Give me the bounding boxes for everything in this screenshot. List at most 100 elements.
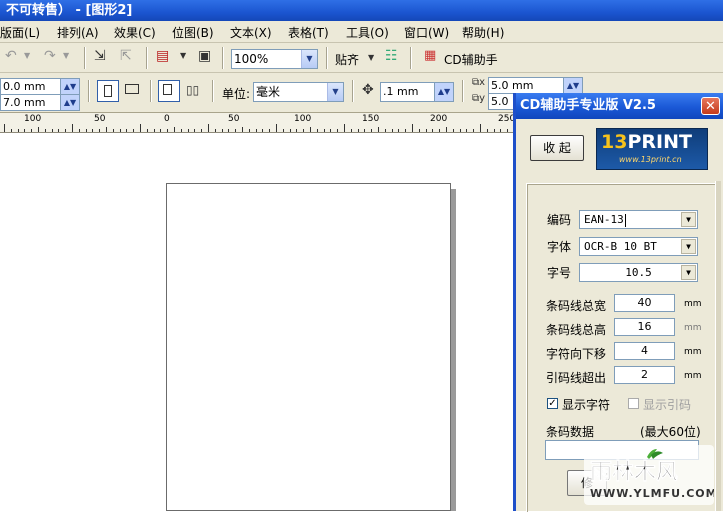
bar-width-input[interactable]: 40 <box>614 294 675 312</box>
welcome-screen-icon[interactable]: ▣ <box>198 48 211 64</box>
ruler-tick <box>147 129 148 132</box>
standard-toolbar: ↶ ▼ ↷ ▼ ⇲ ⇱ ▤ ▼ ▣ 100% ▼ 贴齐 ▼ ☷ ▦ CD辅助手 <box>0 43 723 73</box>
nudge-distance-field[interactable]: .1 mm ▲▼ <box>380 82 454 102</box>
toolbar-separator <box>212 80 214 102</box>
ruler-label: 100 <box>294 114 312 124</box>
ruler-tick <box>378 127 379 132</box>
char-shift-label: 字符向下移 <box>546 347 607 361</box>
ruler-label: 50 <box>94 114 106 124</box>
chevron-down-icon[interactable]: ▼ <box>681 239 696 254</box>
ruler-tick <box>480 124 481 132</box>
bar-height-unit: mm <box>684 323 702 333</box>
13print-logo: 13PRINT www.13print.cn <box>596 128 708 170</box>
ruler-tick <box>385 129 386 132</box>
chevron-down-icon[interactable]: ▼ <box>301 50 317 68</box>
horizontal-ruler[interactable]: 100 50 0 50 100 150 200 250 <box>0 113 513 133</box>
export-icon[interactable]: ⇱ <box>120 48 132 64</box>
ruler-tick <box>249 129 250 132</box>
document-page[interactable] <box>166 183 451 511</box>
menu-text[interactable]: 文本(X) <box>230 24 272 41</box>
menu-help[interactable]: 帮助(H) <box>462 24 504 41</box>
portrait-button[interactable] <box>97 80 119 102</box>
guard-extend-input[interactable]: 2 <box>614 366 675 384</box>
ruler-tick <box>188 129 189 132</box>
toolbar-separator <box>326 47 328 69</box>
spinner-icon[interactable]: ▲▼ <box>563 78 582 93</box>
chevron-down-icon[interactable]: ▼ <box>681 212 696 227</box>
menu-bitmaps[interactable]: 位图(B) <box>172 24 214 41</box>
ruler-tick <box>453 129 454 132</box>
menu-table[interactable]: 表格(T) <box>288 24 329 41</box>
landscape-icon[interactable] <box>125 84 139 94</box>
undo-icon[interactable]: ↶ <box>5 48 17 64</box>
bar-height-input[interactable]: 16 <box>614 318 675 336</box>
zoom-level-select[interactable]: 100% ▼ <box>231 49 318 69</box>
menu-arrange[interactable]: 排列(A) <box>57 24 99 41</box>
ruler-tick <box>86 129 87 132</box>
ruler-tick <box>324 129 325 132</box>
unit-select[interactable]: 毫米 ▼ <box>253 82 344 102</box>
ruler-tick <box>303 129 304 132</box>
menu-effects[interactable]: 效果(C) <box>114 24 156 41</box>
menu-window[interactable]: 窗口(W) <box>404 24 449 41</box>
ruler-tick <box>228 129 229 132</box>
ruler-tick <box>466 129 467 132</box>
text-cursor <box>624 213 626 227</box>
options-icon[interactable]: ☷ <box>385 48 398 64</box>
show-chars-checkbox[interactable]: ✓ <box>547 398 558 409</box>
ruler-tick <box>140 124 141 132</box>
application-launcher-icon[interactable]: ▤ <box>156 48 169 64</box>
undo-dropdown-icon[interactable]: ▼ <box>24 51 30 60</box>
ruler-tick <box>310 127 311 132</box>
duplicate-x-field[interactable]: 5.0 mm ▲▼ <box>488 77 583 94</box>
ruler-tick <box>31 129 32 132</box>
toolbar-separator <box>222 47 224 69</box>
menu-tools[interactable]: 工具(O) <box>346 24 389 41</box>
font-select[interactable]: OCR-B 10 BT ▼ <box>579 237 698 256</box>
show-guard-label: 显示引码 <box>643 398 692 412</box>
launcher-dropdown-icon[interactable]: ▼ <box>180 51 186 60</box>
ruler-tick <box>296 129 297 132</box>
spinner-icon[interactable]: ▲▼ <box>60 95 79 110</box>
chevron-down-icon[interactable]: ▼ <box>327 83 343 101</box>
x-position-field[interactable]: 0.0 mm ▲▼ <box>0 78 80 95</box>
spinner-icon[interactable]: ▲▼ <box>434 83 453 101</box>
ruler-tick <box>201 129 202 132</box>
code-type-select[interactable]: EAN-13 ▼ <box>579 210 698 229</box>
dialog-scrollbar[interactable] <box>715 181 721 511</box>
snap-dropdown-icon[interactable]: ▼ <box>368 53 374 62</box>
collapse-button[interactable]: 收 起 <box>530 135 584 161</box>
spinner-icon[interactable]: ▲▼ <box>60 79 79 94</box>
font-size-select[interactable]: 10.5 ▼ <box>579 263 698 282</box>
ruler-tick <box>344 124 345 132</box>
current-page-icon[interactable]: ▯▯ <box>186 83 199 97</box>
all-pages-button[interactable] <box>158 80 180 102</box>
toolbar-separator <box>150 80 152 102</box>
show-chars-label: 显示字符 <box>562 398 611 412</box>
svg-text:WWW.YLMFU.COM: WWW.YLMFU.COM <box>590 487 714 500</box>
ruler-label: 50 <box>228 114 240 124</box>
code-type-value: EAN-13 <box>584 213 624 226</box>
char-shift-input[interactable]: 4 <box>614 342 675 360</box>
font-size-label: 字号 <box>547 266 572 280</box>
y-position-field[interactable]: 7.0 mm ▲▼ <box>0 94 80 111</box>
redo-dropdown-icon[interactable]: ▼ <box>63 51 69 60</box>
import-icon[interactable]: ⇲ <box>94 48 106 64</box>
ruler-tick <box>460 129 461 132</box>
close-button[interactable]: ✕ <box>701 97 720 115</box>
ruler-tick <box>99 129 100 132</box>
ruler-tick <box>392 129 393 132</box>
guard-extend-label: 引码线超出 <box>546 371 607 385</box>
window-title: 不可转售） - [图形2] <box>6 3 133 18</box>
unit-value: 毫米 <box>256 85 281 99</box>
redo-icon[interactable]: ↷ <box>44 48 56 64</box>
dialog-title-bar[interactable]: CD辅助手专业版 V2.5 <box>516 93 723 119</box>
zoom-level-value: 100% <box>234 52 269 66</box>
chevron-down-icon[interactable]: ▼ <box>681 265 696 280</box>
menu-layout[interactable]: 版面(L) <box>0 24 40 41</box>
cd-assistant-toolbar-label[interactable]: CD辅助手 <box>444 51 498 68</box>
show-guard-checkbox[interactable] <box>628 398 639 409</box>
watermark-logo-graphic: 雨林木风 WWW.YLMFU.COM <box>584 445 717 505</box>
snap-to-menu[interactable]: 贴齐 <box>335 51 359 68</box>
ruler-label: 100 <box>24 114 42 124</box>
